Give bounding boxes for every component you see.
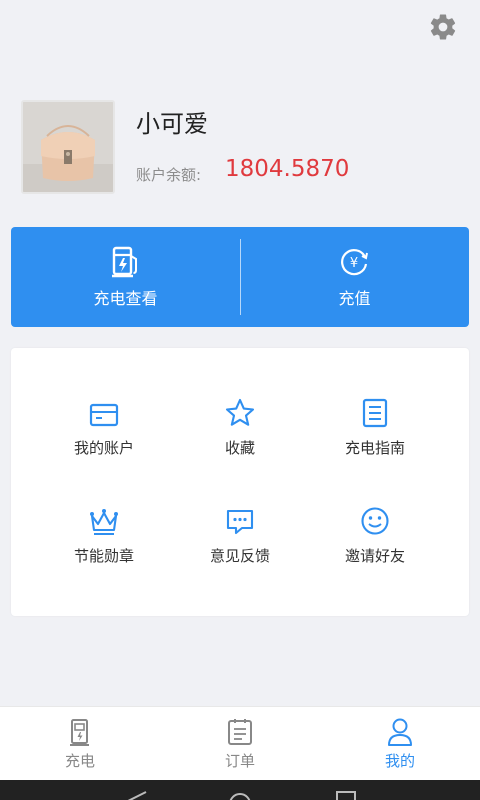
tab-charge[interactable]: 充电 (0, 707, 160, 780)
recharge-button[interactable]: ¥ 充值 (240, 227, 469, 327)
bottom-tab-bar: 充电 订单 我的 (0, 706, 480, 780)
menu-item-label: 节能勋章 (73, 547, 134, 565)
back-icon (127, 791, 147, 800)
charge-tab-icon (70, 719, 89, 746)
profile-section: 小可爱 账户余额: 1804.5870 (21, 100, 461, 196)
smile-icon (361, 507, 389, 535)
charging-view-button[interactable]: 充电查看 (11, 227, 240, 327)
guide-icon (362, 398, 388, 428)
menu-item-invite-friends[interactable]: 邀请好友 (299, 506, 451, 576)
system-navigation-bar (0, 780, 480, 800)
tab-orders[interactable]: 订单 (160, 707, 320, 780)
menu-item-label: 收藏 (224, 439, 255, 457)
home-icon (229, 793, 251, 800)
menu-item-label: 邀请好友 (344, 547, 405, 565)
menu-item-label: 我的账户 (73, 439, 134, 457)
tab-label: 订单 (224, 752, 255, 770)
tab-label: 我的 (384, 752, 415, 770)
tab-mine[interactable]: 我的 (320, 707, 480, 780)
balance-label: 账户余额: (136, 166, 202, 184)
charging-station-icon (111, 246, 137, 278)
star-icon (225, 398, 255, 426)
crown-icon (90, 509, 118, 535)
username: 小可爱 (136, 110, 208, 138)
menu-item-my-account[interactable]: 我的账户 (28, 398, 180, 468)
quick-actions-card: 充电查看 ¥ 充值 (11, 227, 469, 327)
user-tab-icon (388, 718, 412, 746)
yuan-recharge-icon: ¥ (340, 249, 368, 276)
svg-text:¥: ¥ (349, 256, 357, 271)
gear-icon (430, 14, 456, 40)
menu-item-charging-guide[interactable]: 充电指南 (299, 398, 451, 468)
charging-view-label: 充电查看 (93, 289, 158, 308)
avatar[interactable] (21, 100, 115, 194)
settings-button[interactable] (426, 10, 460, 44)
divider (240, 239, 241, 315)
message-icon (226, 509, 254, 535)
menu-item-energy-medal[interactable]: 节能勋章 (28, 506, 180, 576)
recents-icon (336, 791, 356, 800)
menu-item-label: 意见反馈 (209, 547, 270, 565)
menu-item-favorites[interactable]: 收藏 (164, 398, 316, 468)
balance-value: 1804.5870 (225, 156, 350, 182)
recharge-label: 充值 (338, 289, 371, 308)
card-icon (89, 403, 119, 427)
menu-item-feedback[interactable]: 意见反馈 (164, 506, 316, 576)
tab-label: 充电 (64, 752, 95, 770)
order-tab-icon (228, 719, 252, 745)
menu-item-label: 充电指南 (344, 439, 405, 457)
bag-photo (23, 102, 113, 192)
menu-card: 我的账户 收藏 充电指南 节能勋章 意见反馈 邀请好友 (11, 348, 469, 616)
